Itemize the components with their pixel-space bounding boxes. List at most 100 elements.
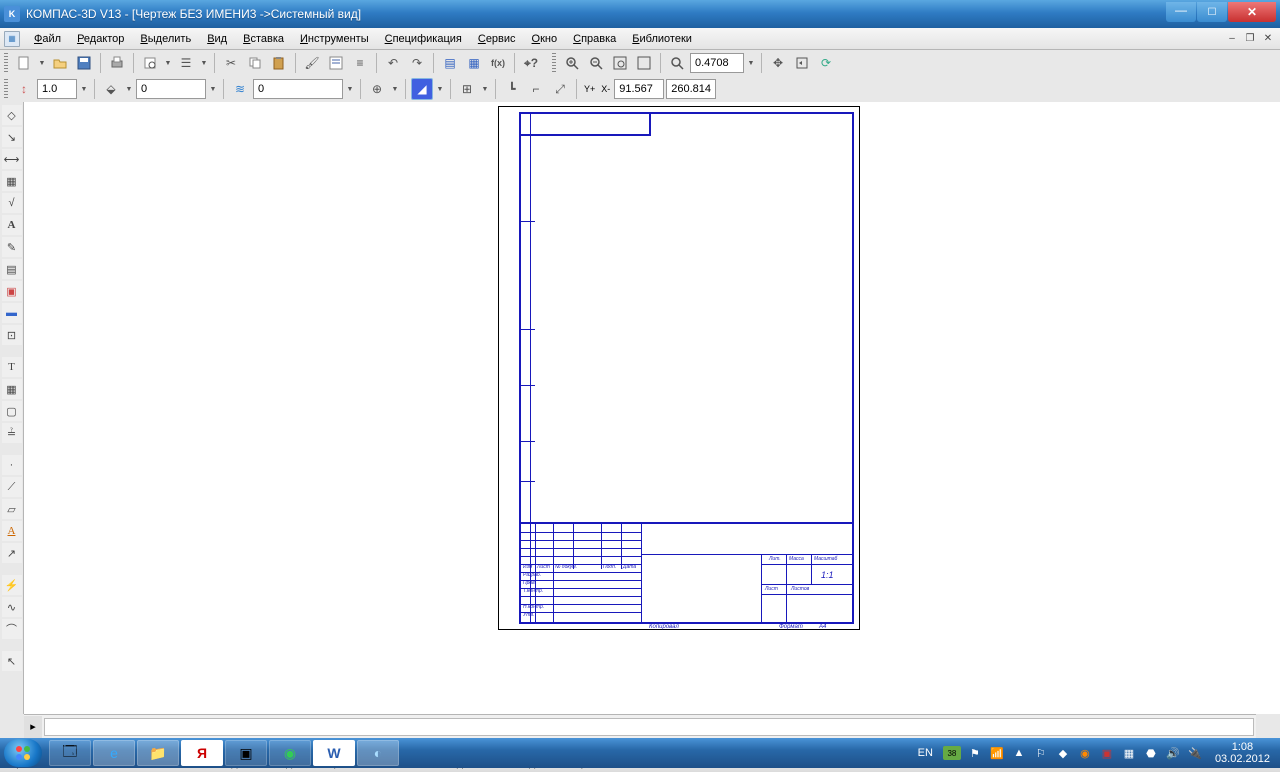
zoom-out-button[interactable] [585,52,607,74]
prop-input-area[interactable] [44,718,1254,736]
print-button[interactable] [106,52,128,74]
linestyle-icon[interactable]: ≋ [229,78,251,100]
snap-button[interactable]: ⊕ [366,78,388,100]
menu-select[interactable]: Выделить [132,31,199,47]
text-tool[interactable]: A [2,215,22,235]
line-tool[interactable]: ↘ [2,127,22,147]
tray-app3-icon[interactable]: ▣ [1099,745,1115,761]
variables-button[interactable]: ▦ [463,52,485,74]
new-button[interactable] [13,52,35,74]
color-button[interactable]: ◢ [411,78,433,100]
table-tool[interactable]: ▤ [2,259,22,279]
redraw-button[interactable]: ⟳ [815,52,837,74]
tray-flag-icon[interactable]: ⚑ [967,745,983,761]
window-maximize-button[interactable] [1197,2,1227,22]
grid-dropdown[interactable]: ▼ [480,78,490,100]
param-tool[interactable]: ⊡ [2,325,22,345]
taskbar-clock[interactable]: 1:08 03.02.2012 [1209,741,1276,765]
base-tool[interactable]: ▢ [2,401,22,421]
mdi-close-button[interactable]: ✕ [1260,32,1276,46]
zoom-scale-icon[interactable] [666,52,688,74]
local-cs-button[interactable]: ⤢ [549,78,571,100]
view-tool[interactable]: ▣ [2,281,22,301]
spark-tool[interactable]: ⚡ [2,575,22,595]
tray-shield-icon[interactable]: ⚐ [1033,745,1049,761]
point-tool[interactable]: · [2,455,22,475]
prop-tab-icon[interactable]: ▸ [24,716,42,738]
properties-button[interactable]: ☰ [175,52,197,74]
linestyle-input[interactable] [253,79,343,99]
drawing-canvas[interactable]: Изм Лист № докум. Подп. Дата Разраб. Про… [24,102,1280,714]
spec-tool[interactable]: ▦ [2,379,22,399]
language-indicator[interactable]: EN [914,745,937,761]
preview-button[interactable] [139,52,161,74]
menu-window[interactable]: Окно [524,31,566,47]
task-ie[interactable]: e [93,740,135,766]
mdi-restore-button[interactable]: ❐ [1242,32,1258,46]
save-button[interactable] [73,52,95,74]
dimension-tool[interactable]: ⟷ [2,149,22,169]
properties-dropdown[interactable]: ▼ [199,52,209,74]
keyboard-indicator[interactable]: 38 [943,746,961,760]
task-app2[interactable]: ◉ [269,740,311,766]
round-icon[interactable]: ⌐ [525,78,547,100]
ortho-icon[interactable]: ┗ [501,78,523,100]
menu-libraries[interactable]: Библиотеки [624,31,700,47]
layer-input[interactable] [136,79,206,99]
cut-button[interactable]: ✂ [220,52,242,74]
text-line-tool[interactable]: A [2,521,22,541]
preview-dropdown[interactable]: ▼ [163,52,173,74]
fx-button[interactable]: f(x) [487,52,509,74]
tray-network-icon[interactable]: 📶 [989,745,1005,761]
layer-dropdown[interactable]: ▼ [208,78,218,100]
tray-app5-icon[interactable]: ⬣ [1143,745,1159,761]
zoom-in-button[interactable] [561,52,583,74]
zoom-prev-button[interactable] [791,52,813,74]
snap-dropdown[interactable]: ▼ [390,78,400,100]
coord-x-input[interactable] [614,79,664,99]
tray-power-icon[interactable]: 🔌 [1187,745,1203,761]
window-close-button[interactable] [1228,2,1276,22]
scale-icon[interactable]: ↕ [13,78,35,100]
pan-button[interactable]: ✥ [767,52,789,74]
task-kompas[interactable]: ◐ [357,740,399,766]
tray-volume-icon[interactable]: 🔊 [1165,745,1181,761]
format-painter-button[interactable]: 🖌 [301,52,323,74]
text2-tool[interactable]: T [2,357,22,377]
zoom-dropdown[interactable]: ▼ [746,52,756,74]
toolbar-grip[interactable] [4,79,8,99]
toolbar-grip[interactable] [4,53,8,73]
task-word[interactable]: W [313,740,355,766]
menu-tools[interactable]: Инструменты [292,31,377,47]
tree-button[interactable] [325,52,347,74]
hatch-tool[interactable]: ▦ [2,171,22,191]
tray-up-icon[interactable]: ▲ [1011,745,1027,761]
geometry-tool[interactable]: ◇ [2,105,22,125]
window-minimize-button[interactable] [1166,2,1196,22]
task-folder[interactable]: 📁 [137,740,179,766]
segment-tool[interactable]: ⌒ [2,619,22,639]
roughness-tool[interactable]: √ [2,193,22,213]
layer-tool[interactable]: ▬ [2,303,22,323]
scale-input[interactable] [37,79,77,99]
rect-tool[interactable]: ▱ [2,499,22,519]
measure-tool[interactable]: ≟ [2,423,22,443]
undo-button[interactable]: ↶ [382,52,404,74]
task-explorer[interactable]: 🗔 [49,740,91,766]
menu-view[interactable]: Вид [199,31,235,47]
menu-spec[interactable]: Спецификация [377,31,470,47]
start-button[interactable] [4,739,42,767]
curve-tool[interactable]: ∿ [2,597,22,617]
new-dropdown[interactable]: ▼ [37,52,47,74]
menu-service[interactable]: Сервис [470,31,524,47]
cursor-help-button[interactable]: ⌖? [520,52,542,74]
color-dropdown[interactable]: ▼ [435,78,445,100]
zoom-window-button[interactable] [609,52,631,74]
layer-icon[interactable]: ⬙ [100,78,122,100]
mdi-minimize-button[interactable]: – [1224,32,1240,46]
list-button[interactable]: ≡ [349,52,371,74]
tray-app4-icon[interactable]: ▦ [1121,745,1137,761]
linestyle-dropdown[interactable]: ▼ [345,78,355,100]
tray-app1-icon[interactable]: ◆ [1055,745,1071,761]
zoom-fit-button[interactable] [633,52,655,74]
